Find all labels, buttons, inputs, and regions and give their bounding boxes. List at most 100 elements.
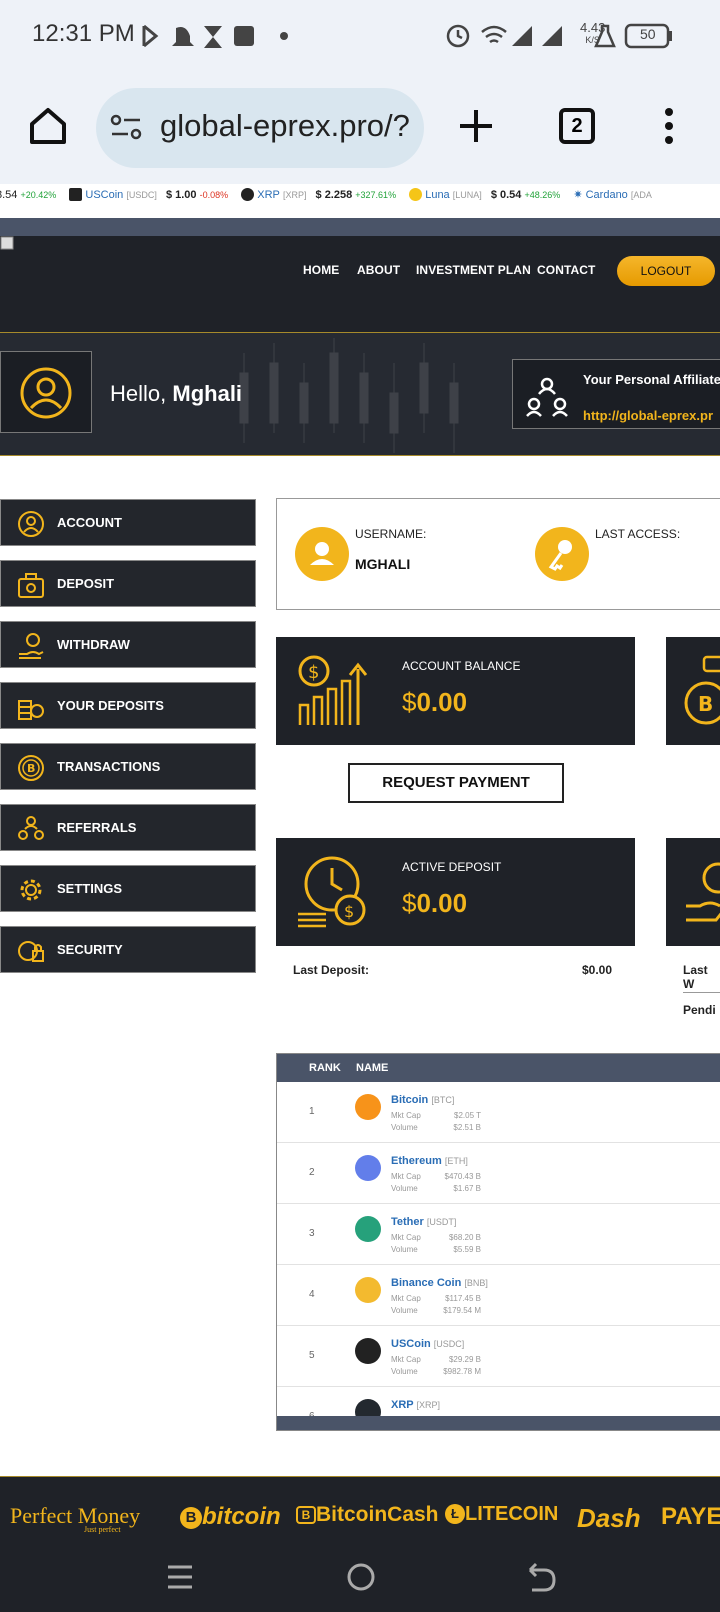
nav-contact[interactable]: CONTACT [537, 263, 595, 277]
coin-stats: Mkt Cap $29.29 B Volume $982.78 M [391, 1355, 481, 1376]
home-nav-icon[interactable] [346, 1562, 376, 1592]
last-withdrawal-label: Last W [683, 963, 708, 991]
tether-icon [355, 1216, 381, 1242]
sidebar-item-settings[interactable]: SETTINGS [0, 865, 256, 912]
crypto-ticker: 8.54 +20.42% USCoin [USDC] $ 1.00 -0.08%… [0, 188, 720, 218]
sidebar-item-security[interactable]: SECURITY [0, 926, 256, 973]
header-rank: RANK [309, 1062, 341, 1074]
table-header: RANK NAME [277, 1054, 720, 1082]
lock-coin-icon [18, 941, 44, 962]
sidebar-item-your-deposits[interactable]: YOUR DEPOSITS [0, 682, 256, 729]
coin-stats: Mkt Cap $470.43 B Volume $1.67 B [391, 1172, 481, 1193]
coin-name[interactable]: Ethereum [ETH] [391, 1155, 468, 1167]
user-info-box: USERNAME: MGHALI LAST ACCESS: [276, 498, 720, 610]
user-avatar-icon [20, 367, 72, 419]
perfect-money-logo: Perfect Money Just perfect [10, 1503, 141, 1534]
coin-name[interactable]: Tether [USDT] [391, 1216, 456, 1228]
nav-investment-plan[interactable]: INVESTMENT PLAN [416, 263, 531, 277]
nav-home[interactable]: HOME [303, 263, 339, 277]
binance-icon [355, 1277, 381, 1303]
hand-coin-icon [686, 862, 720, 922]
last-deposit-value: $0.00 [582, 963, 613, 977]
referrals-icon [18, 816, 44, 840]
recent-apps-icon[interactable] [166, 1564, 194, 1590]
crypto-market-table: RANK NAME 1 Bitcoin [BTC] Mkt Cap $2.05 T Vo… [276, 1053, 720, 1431]
payeer-logo: PAYEE [661, 1503, 720, 1530]
gear-icon [20, 879, 42, 901]
coin-stats: Mkt Cap $117.45 B Volume $179.54 M [391, 1294, 481, 1315]
ticker-item: ✷ Cardano [ADA [573, 188, 652, 202]
divider [683, 992, 720, 993]
coin-name[interactable]: USCoin [USDC] [391, 1338, 464, 1350]
referral-network-icon [526, 377, 568, 417]
coin-name[interactable]: Binance Coin [BNB] [391, 1277, 488, 1289]
sidebar-item-referrals[interactable]: REFERRALS [0, 804, 256, 851]
ticker-divider [0, 218, 720, 236]
header-name: NAME [356, 1062, 389, 1074]
withdraw-hand-coin-icon [19, 633, 44, 659]
sidebar-item-transactions[interactable]: B TRANSACTIONS [0, 743, 256, 790]
sidebar-item-withdraw[interactable]: WITHDRAW [0, 621, 256, 668]
account-balance-card: $ ACCOUNT BALANCE $0.00 [276, 637, 635, 745]
coin-stats: Mkt Cap $68.20 B Volume $5.59 B [391, 1233, 481, 1254]
last-access-label: LAST ACCESS: [595, 527, 681, 541]
ticker-item: XRP [XRP] $ 2.258 +327.61% [241, 188, 396, 201]
table-row[interactable]: 4 Binance Coin [BNB] Mkt Cap $117.45 B Volum… [277, 1265, 720, 1326]
battery-level: 50 [640, 26, 656, 42]
broken-logo-icon [0, 236, 14, 250]
back-icon[interactable] [526, 1562, 556, 1592]
bitcoin-logo: Bbitcoin [180, 1503, 281, 1531]
ticker-item: USCoin [USDC] $ 1.00 -0.08% [69, 188, 228, 201]
table-row[interactable]: 5 USCoin [USDC] Mkt Cap $29.29 B Volume $982.… [277, 1326, 720, 1387]
notification-icons [142, 24, 288, 48]
xrp-icon [241, 188, 255, 201]
logout-button[interactable]: LOGOUT [617, 256, 715, 286]
status-time: 12:31 PM [32, 20, 135, 47]
sidebar-item-account[interactable]: ACCOUNT [0, 499, 256, 546]
svg-text:$: $ [308, 662, 319, 683]
site-settings-icon[interactable] [110, 112, 144, 142]
nav-about[interactable]: ABOUT [357, 263, 400, 277]
litecoin-logo: Ł LITECOIN [445, 1503, 558, 1526]
withdraw-card [666, 838, 720, 946]
home-icon[interactable] [28, 106, 68, 146]
coin-stack-icon [18, 700, 44, 720]
rank-cell: 2 [309, 1167, 315, 1178]
coin-stats: Mkt Cap $2.05 T Volume $2.51 B [391, 1111, 481, 1132]
new-tab-icon[interactable] [458, 108, 494, 144]
request-payment-button[interactable]: REQUEST PAYMENT [348, 763, 564, 803]
balance-label: ACCOUNT BALANCE [402, 659, 521, 673]
table-row[interactable]: 3 Tether [USDT] Mkt Cap $68.20 B Volume $5.59… [277, 1204, 720, 1265]
coin-name[interactable]: XRP [XRP] [391, 1399, 440, 1411]
ethereum-icon [355, 1155, 381, 1181]
site-header: HOME ABOUT INVESTMENT PLAN CONTACT LOGOU… [0, 236, 720, 332]
deposit-briefcase-icon [18, 573, 44, 598]
active-deposit-value: $0.00 [402, 888, 468, 918]
table-row[interactable]: 2 Ethereum [ETH] Mkt Cap $470.43 B Volume $1.… [277, 1143, 720, 1204]
sidebar-item-deposit[interactable]: DEPOSIT [0, 560, 256, 607]
affiliate-link[interactable]: http://global-eprex.pr [583, 408, 713, 423]
bitcoin-cash-logo: B BitcoinCash [296, 1503, 439, 1527]
clock-coins-icon: $ [298, 856, 366, 928]
coin-name[interactable]: Bitcoin [BTC] [391, 1094, 454, 1106]
last-access-avatar [535, 527, 589, 581]
bitcoin-cash-icon: B [296, 1506, 316, 1524]
uscoin-icon [355, 1338, 381, 1364]
wallet-coin-icon: B [684, 655, 720, 725]
litecoin-icon: Ł [445, 1504, 465, 1524]
bitcoin-circle-icon: B [18, 755, 44, 781]
username-value: MGHALI [355, 556, 411, 572]
greeting: Hello, Mghali [110, 381, 243, 406]
balance-growth-icon: $ [298, 655, 368, 725]
active-deposit-label: ACTIVE DEPOSIT [402, 860, 502, 874]
balance-value: $0.00 [402, 687, 468, 717]
pending-label: Pendi [683, 1003, 716, 1017]
overflow-menu-icon[interactable] [662, 106, 676, 146]
cardano-icon: ✷ [573, 189, 583, 201]
table-row[interactable]: 1 Bitcoin [BTC] Mkt Cap $2.05 T Volume $2.51 … [277, 1082, 720, 1143]
secondary-card: B [666, 637, 720, 745]
rank-cell: 5 [309, 1350, 315, 1361]
tab-switcher-button[interactable]: 2 [559, 108, 595, 144]
network-speed: 4.43 K/S [580, 20, 606, 45]
key-icon [548, 540, 572, 571]
